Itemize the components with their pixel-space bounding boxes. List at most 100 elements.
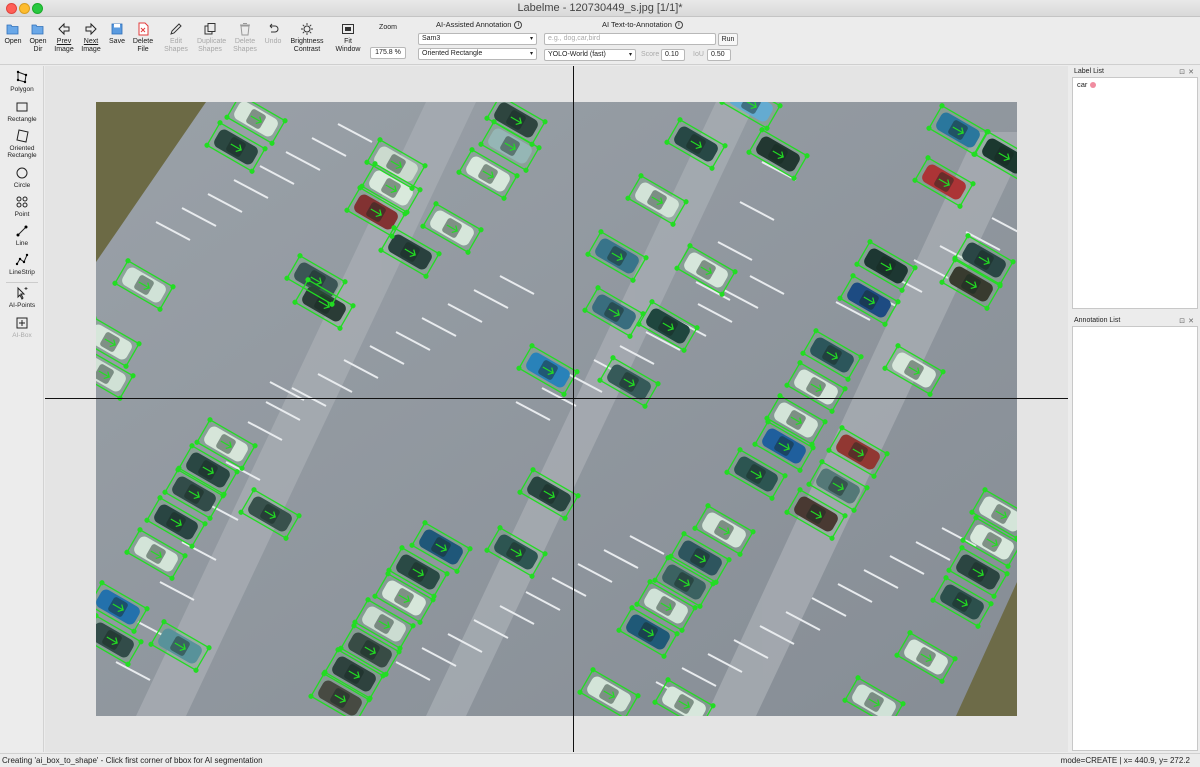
- arrow-right-icon: [85, 22, 97, 36]
- arrow-left-icon: [58, 22, 70, 36]
- ai-text-model-select[interactable]: YOLO-World (fast) ▾: [544, 49, 636, 61]
- label-color-dot: [1090, 82, 1097, 89]
- zoom-label: Zoom: [379, 24, 397, 31]
- delete-file-label-1: Delete: [132, 38, 154, 45]
- next-image-label-2: Image: [81, 45, 101, 53]
- save-label: Save: [109, 38, 125, 45]
- line-tool-label: Line: [15, 240, 29, 247]
- label-list-panel: Label List ⊡✕ car: [1070, 66, 1200, 310]
- line-icon: [16, 225, 28, 237]
- title-bar: Labelme - 120730449_s.jpg [1/1]*: [0, 0, 1200, 17]
- prev-image-label-1: Prev: [56, 38, 72, 45]
- label-list-title: Label List: [1074, 68, 1104, 75]
- line-tool[interactable]: Line: [0, 224, 44, 247]
- prev-image-button[interactable]: Prev Image: [51, 22, 77, 53]
- point-tool[interactable]: Point: [0, 195, 44, 218]
- ai-box-icon: [16, 317, 28, 329]
- open-dir-label-1: Open: [29, 38, 47, 45]
- save-button[interactable]: Save: [104, 22, 130, 46]
- delete-shapes-label-1: Delete: [234, 38, 256, 45]
- rectangle-tool[interactable]: Rectangle: [0, 100, 44, 123]
- ai-points-tool-label: AI-Points: [8, 302, 36, 309]
- aerial-parking-photo: [96, 102, 1017, 716]
- circle-tool[interactable]: Circle: [0, 166, 44, 189]
- run-button[interactable]: Run: [718, 33, 738, 46]
- label-item-car[interactable]: car: [1077, 80, 1097, 90]
- brightness-contrast-button[interactable]: Brightness Contrast: [290, 22, 324, 53]
- crosshair-vertical: [573, 66, 574, 752]
- main-toolbar: Open Open Dir Prev Image Next Image Save…: [0, 17, 1200, 65]
- polygon-icon: [16, 70, 28, 84]
- prev-image-label-2: Image: [54, 45, 74, 53]
- annotation-list-panel: Annotation List ⊡✕: [1070, 315, 1200, 753]
- annotation-list[interactable]: [1072, 326, 1198, 751]
- edit-shapes-label-1: Edit: [169, 38, 183, 45]
- chevron-down-icon: ▾: [529, 36, 533, 42]
- brightness-contrast-label-1: Brightness: [290, 38, 324, 45]
- ai-text-title-text: AI Text-to-Annotation: [602, 20, 672, 29]
- ai-model-select[interactable]: Sam3 ▾: [418, 33, 537, 45]
- status-mode-coordinates: mode=CREATE | x= 440.9, y= 272.2: [1060, 756, 1190, 765]
- score-label: Score: [641, 51, 660, 58]
- oriented-rectangle-icon: [16, 129, 29, 143]
- status-bar: Creating 'ai_box_to_shape' - Click first…: [0, 753, 1200, 767]
- polygon-tool[interactable]: Polygon: [0, 70, 44, 93]
- delete-file-icon: [138, 22, 149, 36]
- window-title: Labelme - 120730449_s.jpg [1/1]*: [517, 2, 683, 14]
- undo-button[interactable]: Undo: [260, 22, 286, 46]
- open-button-label: Open: [4, 38, 22, 45]
- fit-window-label-2: Window: [335, 45, 361, 53]
- edit-shapes-button[interactable]: Edit Shapes: [163, 22, 189, 53]
- label-list[interactable]: car: [1072, 77, 1198, 309]
- ai-points-tool[interactable]: AI-Points: [0, 286, 44, 309]
- ai-prompt-input[interactable]: e.g., dog,car,bird: [544, 33, 716, 45]
- open-dir-button[interactable]: Open Dir: [25, 22, 51, 53]
- parking-lot-image: [96, 102, 1017, 716]
- rectangle-icon: [16, 102, 28, 112]
- image-canvas[interactable]: [45, 66, 1068, 752]
- fit-window-icon: [342, 24, 354, 34]
- undo-label: Undo: [264, 38, 282, 45]
- delete-file-label-2: File: [137, 45, 149, 53]
- ai-output-select[interactable]: Oriented Rectangle ▾: [418, 48, 537, 60]
- floppy-disk-icon: [111, 23, 123, 35]
- circle-tool-label: Circle: [13, 182, 31, 189]
- copy-icon: [204, 23, 216, 35]
- tool-separator: [6, 282, 38, 283]
- zoom-input[interactable]: 175.8 %: [370, 47, 406, 59]
- ai-text-model-value: YOLO-World (fast): [548, 51, 606, 58]
- chevron-down-icon: ▾: [529, 51, 533, 57]
- delete-shapes-button[interactable]: Delete Shapes: [232, 22, 258, 53]
- fit-window-button[interactable]: Fit Window: [335, 22, 361, 53]
- duplicate-shapes-button[interactable]: Duplicate Shapes: [197, 22, 226, 53]
- oriented-rectangle-tool[interactable]: Oriented Rectangle: [0, 129, 44, 159]
- next-image-button[interactable]: Next Image: [78, 22, 104, 53]
- left-toolbar: Polygon Rectangle Oriented Rectangle Cir…: [0, 66, 44, 752]
- fit-window-label-1: Fit: [344, 38, 352, 45]
- open-button[interactable]: Open: [0, 22, 26, 46]
- folder-icon: [31, 24, 44, 35]
- undo-icon: [269, 23, 279, 33]
- brightness-contrast-label-2: Contrast: [293, 45, 321, 53]
- label-list-header: Label List ⊡✕: [1070, 66, 1200, 77]
- rectangle-tool-label: Rectangle: [7, 116, 37, 123]
- brightness-icon: [301, 23, 313, 35]
- ai-box-tool[interactable]: AI-Box: [0, 316, 44, 339]
- ai-text-title: AI Text-to-Annotation i: [602, 20, 683, 30]
- score-input[interactable]: 0.10: [661, 49, 685, 61]
- duplicate-shapes-label-2: Shapes: [198, 45, 222, 53]
- chevron-down-icon: ▾: [628, 52, 632, 58]
- linestrip-tool[interactable]: LineStrip: [0, 253, 44, 276]
- iou-label: IoU: [693, 51, 704, 58]
- info-icon[interactable]: i: [674, 21, 683, 30]
- ai-model-value: Sam3: [422, 35, 441, 42]
- pencil-icon: [170, 23, 182, 35]
- iou-input[interactable]: 0.50: [707, 49, 731, 61]
- app-window: Labelme - 120730449_s.jpg [1/1]* Open Op…: [0, 0, 1200, 767]
- point-tool-label: Point: [14, 211, 30, 218]
- open-dir-label-2: Dir: [33, 45, 43, 53]
- info-icon[interactable]: i: [514, 21, 523, 30]
- folder-open-icon: [6, 24, 19, 35]
- delete-file-button[interactable]: Delete File: [130, 22, 156, 53]
- next-image-label-1: Next: [83, 38, 99, 45]
